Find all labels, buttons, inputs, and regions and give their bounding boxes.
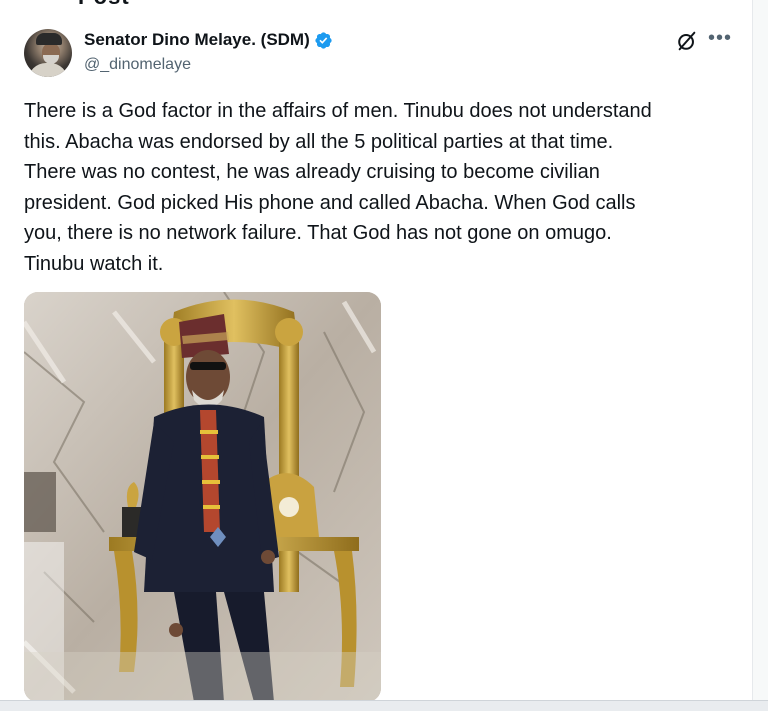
author-avatar[interactable] [24,29,72,77]
author-name-row[interactable]: Senator Dino Melaye. (SDM) [84,30,333,50]
author-display-name[interactable]: Senator Dino Melaye. (SDM) [84,30,310,50]
post-media-image[interactable] [24,292,381,702]
verified-badge-icon [315,31,332,49]
grok-icon[interactable] [676,30,698,52]
page-header-fragment: Post [78,0,130,10]
author-handle[interactable]: @_dinomelaye [84,56,191,74]
more-options-icon[interactable]: ••• [708,28,732,48]
media-photo [24,292,381,702]
post-text: There is a God factor in the affairs of … [24,100,652,275]
right-gutter [753,0,768,710]
bottom-edge-bar [0,700,768,711]
